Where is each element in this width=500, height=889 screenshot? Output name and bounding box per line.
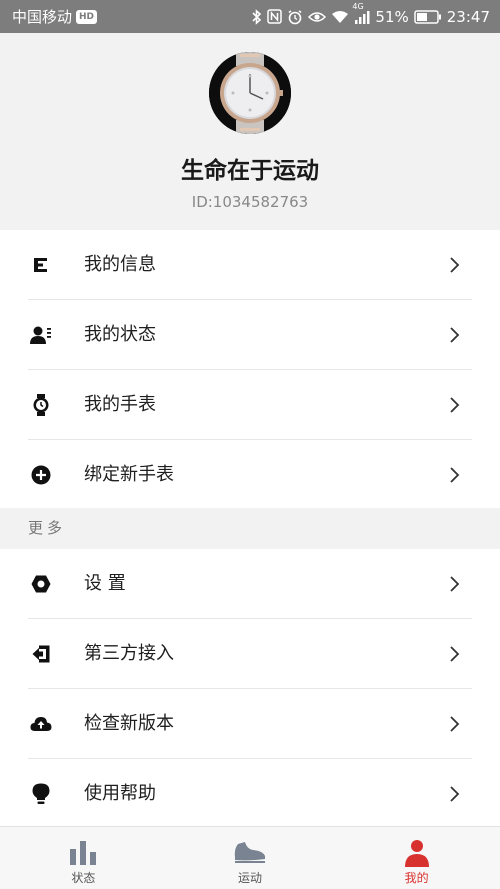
username: 生命在于运动 <box>181 158 319 184</box>
chevron-right-icon <box>446 575 462 593</box>
settings-icon <box>30 573 52 595</box>
menu-label: 第三方接入 <box>84 643 174 664</box>
menu-label: 使用帮助 <box>84 783 156 804</box>
lightbulb-icon <box>30 783 52 805</box>
menu-item-my-info[interactable]: 我的信息 <box>0 230 500 300</box>
nav-label: 我的 <box>404 871 429 885</box>
battery-percent: 51% <box>375 7 409 26</box>
nav-tab-sport[interactable]: 运动 <box>167 827 334 889</box>
menu-item-settings[interactable]: 设 置 <box>0 549 500 619</box>
shoe-icon <box>233 839 267 869</box>
chevron-right-icon <box>446 326 462 344</box>
chevron-right-icon <box>446 256 462 274</box>
eye-icon <box>308 8 327 26</box>
bottom-nav: 状态 运动 我的 <box>0 826 500 889</box>
menu-label: 检查新版本 <box>84 713 174 734</box>
avatar[interactable] <box>209 52 291 134</box>
nav-tab-status[interactable]: 状态 <box>0 827 167 889</box>
menu-item-my-status[interactable]: 我的状态 <box>0 300 500 370</box>
person-icon <box>404 839 430 871</box>
menu-item-check-update[interactable]: 检查新版本 <box>0 689 500 759</box>
menu-label: 我的状态 <box>84 324 156 345</box>
chevron-right-icon <box>446 645 462 663</box>
add-circle-icon <box>30 464 52 486</box>
profile-header: 生命在于运动 ID:1034582763 <box>0 33 500 230</box>
menu-label: 我的手表 <box>84 394 156 415</box>
cloud-icon <box>30 713 52 735</box>
main-menu: 我的信息 我的状态 我的手表 绑定新手表 <box>0 230 500 510</box>
user-status-icon <box>30 324 52 346</box>
watch-icon <box>30 394 52 416</box>
user-id: ID:1034582763 <box>191 193 309 211</box>
menu-item-third-party[interactable]: 第三方接入 <box>0 619 500 689</box>
menu-item-bind-watch[interactable]: 绑定新手表 <box>0 440 500 510</box>
bar-chart-icon <box>68 839 98 869</box>
nav-label: 状态 <box>71 871 96 885</box>
menu-label: 绑定新手表 <box>84 464 174 485</box>
menu-item-help[interactable]: 使用帮助 <box>0 759 500 829</box>
section-header-more: 更多 <box>0 508 500 549</box>
battery-icon <box>414 8 442 26</box>
clock-time: 23:47 <box>446 7 490 26</box>
chevron-right-icon <box>446 715 462 733</box>
alarm-icon <box>287 8 303 26</box>
bluetooth-icon <box>252 8 262 26</box>
menu-label: 设 置 <box>84 573 126 594</box>
chevron-right-icon <box>446 396 462 414</box>
list-icon <box>30 254 52 276</box>
chevron-right-icon <box>446 785 462 803</box>
menu-label: 我的信息 <box>84 254 156 275</box>
menu-item-my-watch[interactable]: 我的手表 <box>0 370 500 440</box>
hd-badge: HD <box>76 9 98 24</box>
nav-tab-mine[interactable]: 我的 <box>333 827 500 889</box>
nfc-icon <box>267 8 283 26</box>
carrier-name: 中国移动 <box>12 8 73 26</box>
status-bar: 中国移动 HD 4G 51% 23:47 <box>0 0 500 33</box>
wifi-icon <box>331 8 349 26</box>
signal-icon: 4G <box>352 2 370 26</box>
network-type: 4G <box>352 1 364 11</box>
import-icon <box>30 643 52 665</box>
nav-label: 运动 <box>238 871 263 885</box>
chevron-right-icon <box>446 466 462 484</box>
more-menu: 设 置 第三方接入 检查新版本 使用帮助 <box>0 549 500 829</box>
